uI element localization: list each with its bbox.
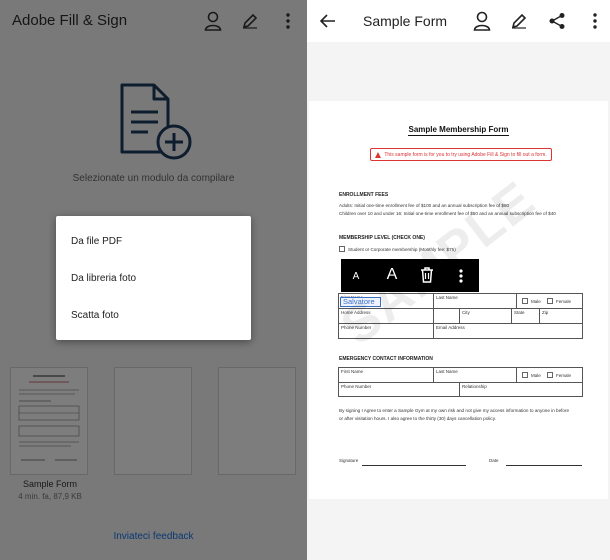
emergency-female-checkbox[interactable] — [547, 372, 553, 378]
emergency-male-label: Male — [531, 373, 541, 378]
zip-label: Zip — [542, 310, 549, 315]
male-label: Male — [531, 299, 541, 304]
membership-checkbox[interactable] — [339, 246, 345, 252]
menu-item-from-pdf[interactable]: Da file PDF — [71, 236, 122, 247]
sample-notice: This sample form is for you to try using… — [370, 148, 552, 161]
warning-icon — [375, 151, 382, 158]
emergency-female-label: Female — [556, 373, 572, 378]
increase-font-button[interactable]: A — [381, 264, 403, 286]
state-label: State — [514, 310, 525, 315]
female-label: Female — [556, 299, 572, 304]
date-label: Date — [489, 458, 499, 463]
emergency-male-checkbox[interactable] — [522, 372, 528, 378]
source-menu: Da file PDF Da libreria foto Scatta foto — [56, 216, 251, 340]
emergency-phone-label: Phone Number — [341, 384, 372, 389]
male-checkbox[interactable] — [522, 298, 528, 304]
signature-line[interactable] — [362, 465, 466, 466]
document-app-bar: Sample Form — [307, 0, 610, 42]
pen-icon[interactable] — [507, 9, 531, 33]
form-title: Sample Membership Form — [408, 125, 509, 136]
more-vert-icon[interactable] — [583, 9, 607, 33]
emergency-first-name-label: First Name — [341, 369, 364, 374]
date-line[interactable] — [506, 465, 582, 466]
text-format-toolbar: A A — [341, 259, 479, 292]
decrease-font-button[interactable]: A — [347, 267, 365, 285]
document-title: Sample Form — [363, 13, 448, 29]
relationship-label: Relationship — [462, 384, 487, 389]
account-icon[interactable] — [470, 9, 494, 33]
menu-item-from-photo-library[interactable]: Da libreria foto — [71, 273, 136, 284]
membership-header: MEMBERSHIP LEVEL (CHECK ONE) — [339, 235, 425, 241]
female-checkbox[interactable] — [547, 298, 553, 304]
agreement-line-2: or after visitation hours. I also agree … — [339, 416, 496, 421]
more-vert-icon[interactable] — [455, 267, 467, 285]
emergency-header: EMERGENCY CONTACT INFORMATION — [339, 356, 433, 362]
email-label: Email Address — [436, 325, 465, 330]
trash-icon[interactable] — [417, 265, 437, 285]
share-icon[interactable] — [545, 9, 569, 33]
enrollment-header: ENROLLMENT FEES — [339, 192, 389, 198]
left-pane: Adobe Fill & Sign Selezionate un modulo … — [0, 0, 307, 560]
emergency-last-name-label: Last Name — [436, 369, 458, 374]
menu-item-take-photo[interactable]: Scatta foto — [71, 310, 119, 321]
back-arrow-icon[interactable] — [316, 9, 340, 33]
city-label: City — [462, 310, 470, 315]
signature-label: Signature — [339, 458, 359, 463]
agreement-line-1: By signing I Agree to enter a Sample Gym… — [339, 408, 570, 413]
